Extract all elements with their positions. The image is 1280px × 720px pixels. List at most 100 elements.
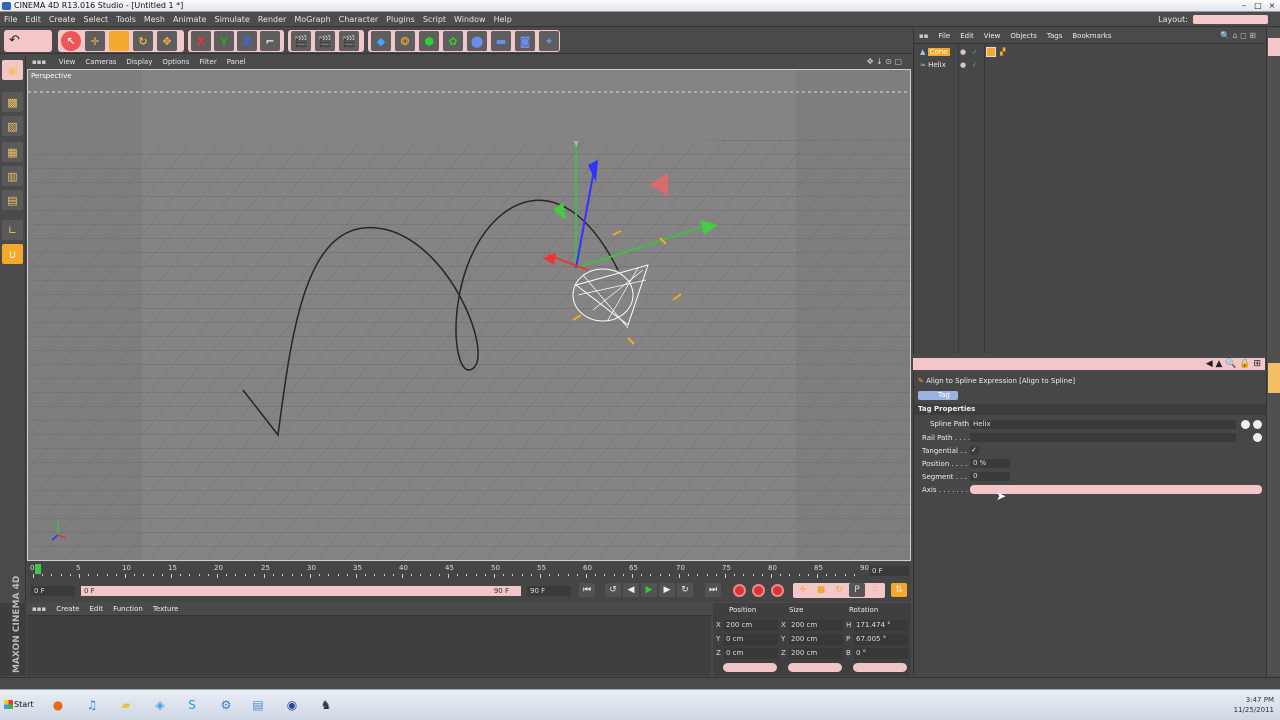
key-rotation-button[interactable]: ↻ xyxy=(831,583,847,597)
position-x-field[interactable]: 200 cm xyxy=(724,620,778,631)
spline-path-pick-icon[interactable] xyxy=(1241,420,1250,429)
menu-mesh[interactable]: Mesh xyxy=(140,12,169,27)
maximize-button[interactable]: □ xyxy=(1252,1,1264,10)
layout-dropdown[interactable] xyxy=(1193,15,1268,24)
viewport-menu-filter[interactable]: Filter xyxy=(194,56,221,68)
size-y-field[interactable]: 200 cm xyxy=(789,634,843,645)
edges-mode-button[interactable]: ▥ xyxy=(2,166,23,186)
goto-next-key-button[interactable]: ↻ xyxy=(677,583,693,597)
transform-tool-button[interactable]: ✥ xyxy=(157,31,177,51)
render-settings-button[interactable]: 🎬 xyxy=(339,31,359,51)
object-menu-objects[interactable]: Objects xyxy=(1005,28,1041,44)
visibility-dots-icon[interactable]: ● xyxy=(960,47,966,58)
segment-field[interactable]: 0 xyxy=(970,472,1010,481)
object-menu-view[interactable]: View xyxy=(979,28,1006,44)
goto-previous-key-button[interactable]: ↺ xyxy=(605,583,621,597)
phong-tag-icon[interactable]: ▞ xyxy=(1000,47,1005,58)
cinema4d-icon[interactable]: ◉ xyxy=(280,694,304,716)
align-to-spline-tag-icon[interactable] xyxy=(986,47,996,57)
position-z-field[interactable]: 0 cm xyxy=(724,648,778,659)
rotate-tool-button[interactable]: ↻ xyxy=(133,31,153,51)
menu-edit[interactable]: Edit xyxy=(21,12,45,27)
goto-start-button[interactable]: ⏮ xyxy=(579,583,595,597)
size-mode-dropdown[interactable] xyxy=(788,663,842,672)
object-menu-tags[interactable]: Tags xyxy=(1042,28,1068,44)
coordinate-system-button[interactable]: ⌐ xyxy=(260,31,280,51)
current-frame-field[interactable]: 0 F xyxy=(869,566,909,576)
rotation-h-field[interactable]: 171.474 ° xyxy=(854,620,908,631)
goto-end-button[interactable]: ⏭ xyxy=(705,583,721,597)
previous-frame-button[interactable]: ◀ xyxy=(623,583,639,597)
array-button[interactable]: ✿ xyxy=(443,31,463,51)
key-position-button[interactable]: ✛ xyxy=(795,583,811,597)
menu-mograph[interactable]: MoGraph xyxy=(290,12,334,27)
polygons-mode-button[interactable]: ▤ xyxy=(2,190,23,210)
move-tool-button[interactable]: ✛ xyxy=(85,31,105,51)
material-menu-texture[interactable]: Texture xyxy=(148,603,184,616)
menu-simulate[interactable]: Simulate xyxy=(210,12,253,27)
apply-button[interactable] xyxy=(853,663,907,672)
select-tool-button[interactable]: ↖ xyxy=(61,31,81,51)
rail-path-pick-icon[interactable] xyxy=(1253,433,1262,442)
current-frame-marker[interactable] xyxy=(35,564,41,574)
skype-icon[interactable]: S xyxy=(180,694,204,716)
keyframe-selection-button[interactable] xyxy=(771,584,784,597)
system-clock[interactable]: 3:47 PM 11/25/2011 xyxy=(1234,695,1274,715)
position-field[interactable]: 0 % xyxy=(970,459,1010,468)
key-scale-button[interactable]: ■ xyxy=(813,583,829,597)
camera-button[interactable]: ◙ xyxy=(515,31,535,51)
generators-button[interactable]: ❂ xyxy=(395,31,415,51)
menu-tools[interactable]: Tools xyxy=(112,12,140,27)
snap-button[interactable]: ∟ xyxy=(2,220,23,240)
object-menu-edit[interactable]: Edit xyxy=(955,28,979,44)
viewport-menu-panel[interactable]: Panel xyxy=(222,56,251,68)
attributes-tab[interactable] xyxy=(1268,363,1280,393)
rotation-p-field[interactable]: 67.005 ° xyxy=(854,634,908,645)
render-picture-viewer-button[interactable]: 🎬 xyxy=(315,31,335,51)
attribute-nav-icons[interactable]: ◀ ▲ 🔍 🔒 ⊞ xyxy=(1206,358,1261,370)
viewport-menu-options[interactable]: Options xyxy=(157,56,194,68)
timeline-range-slider[interactable]: 0 F 90 F xyxy=(81,586,521,596)
menu-character[interactable]: Character xyxy=(335,12,383,27)
start-button[interactable]: Start xyxy=(2,696,36,714)
texture-mode-button[interactable]: ▧ xyxy=(2,116,23,136)
scale-tool-button[interactable] xyxy=(109,31,129,51)
object-row-helix[interactable]: ≈ Helix ● ✓ xyxy=(920,60,978,71)
menu-select[interactable]: Select xyxy=(79,12,112,27)
axis-x-button[interactable]: X xyxy=(191,31,211,51)
document-icon[interactable]: ▤ xyxy=(246,694,270,716)
menu-plugins[interactable]: Plugins xyxy=(382,12,419,27)
size-z-field[interactable]: 200 cm xyxy=(789,648,843,659)
record-active-objects-button[interactable] xyxy=(733,584,746,597)
make-editable-button[interactable]: ▣ xyxy=(2,60,23,80)
close-button[interactable]: × xyxy=(1266,1,1278,10)
axis-dropdown[interactable] xyxy=(970,485,1262,494)
play-button[interactable]: ▶ xyxy=(641,583,657,597)
object-mode-dropdown[interactable] xyxy=(723,663,777,672)
undo-button[interactable]: ↶ xyxy=(4,30,52,52)
scene-button[interactable]: ▬ xyxy=(491,31,511,51)
viewport-menu-view[interactable]: View xyxy=(54,56,81,68)
axis-y-button[interactable]: Y xyxy=(214,31,234,51)
objects-tab[interactable] xyxy=(1268,38,1280,56)
tab-tag[interactable]: Tag xyxy=(918,391,958,400)
render-view-button[interactable]: 🎬 xyxy=(291,31,311,51)
enabled-check-icon[interactable]: ✓ xyxy=(972,47,978,58)
menu-script[interactable]: Script xyxy=(419,12,450,27)
spline-path-clear-icon[interactable] xyxy=(1253,420,1262,429)
menu-file[interactable]: File xyxy=(0,12,21,27)
end-frame-field[interactable]: 90 F xyxy=(527,586,571,596)
model-mode-button[interactable]: ▩ xyxy=(2,92,23,112)
menu-help[interactable]: Help xyxy=(490,12,516,27)
start-frame-field[interactable]: 0 F xyxy=(31,586,75,596)
object-manager-tools[interactable]: 🔍 ⌂ ◻ ⊞ xyxy=(1215,28,1261,44)
menu-window[interactable]: Window xyxy=(450,12,490,27)
object-menu-bookmarks[interactable]: Bookmarks xyxy=(1067,28,1116,44)
light-button[interactable]: ✦ xyxy=(539,31,559,51)
material-menu-function[interactable]: Function xyxy=(108,603,148,616)
itunes-icon[interactable]: ♫ xyxy=(80,694,104,716)
size-x-field[interactable]: 200 cm xyxy=(789,620,843,631)
autokeying-button[interactable] xyxy=(752,584,765,597)
key-point-level-button[interactable]: ⁙ xyxy=(867,583,883,597)
scheme-button[interactable]: ⇅ xyxy=(891,583,907,597)
